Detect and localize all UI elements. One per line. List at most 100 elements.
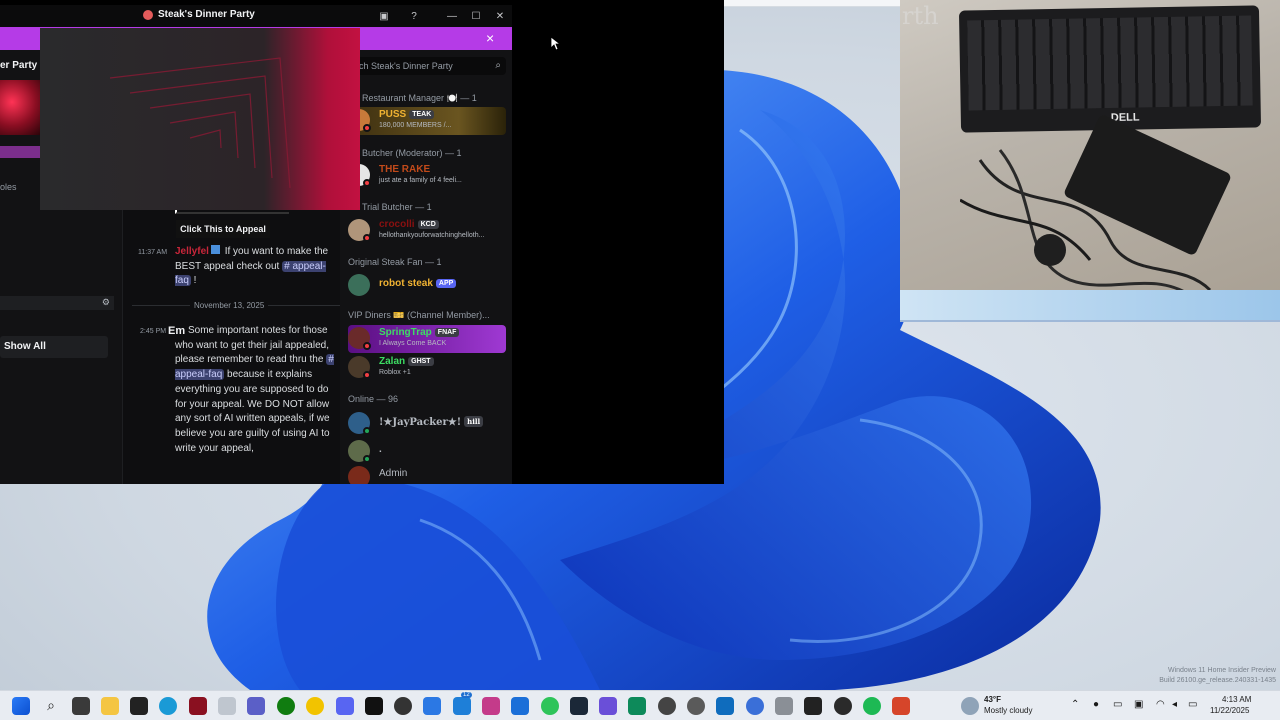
member-item[interactable]: robot steak APP bbox=[348, 272, 506, 300]
outlook-icon[interactable] bbox=[716, 697, 734, 715]
search-icon[interactable]: ⌕ bbox=[42, 697, 60, 715]
battery-icon[interactable]: ▭ bbox=[1188, 699, 1197, 710]
app-icon[interactable] bbox=[306, 697, 324, 715]
chevron-pattern-graphic bbox=[109, 57, 291, 189]
show-all-button[interactable]: Show All bbox=[0, 336, 108, 358]
steam-icon[interactable] bbox=[570, 697, 588, 715]
volume-icon[interactable]: ◂ bbox=[1172, 699, 1177, 710]
member-item[interactable]: Zalan GHST Roblox +1 bbox=[348, 354, 506, 382]
tiktok-icon[interactable] bbox=[365, 697, 383, 715]
avatar bbox=[348, 466, 370, 484]
start-button-icon[interactable] bbox=[12, 697, 30, 715]
role-header: Online — 96 bbox=[348, 394, 399, 404]
member-tag: FNAF bbox=[434, 328, 460, 337]
app-icon[interactable] bbox=[482, 697, 500, 715]
window-title: Steak's Dinner Party bbox=[143, 9, 255, 20]
embedded-media-preview[interactable] bbox=[40, 28, 360, 210]
wifi-icon[interactable]: ◠ bbox=[1156, 699, 1165, 710]
status-dnd-icon bbox=[363, 124, 371, 132]
cables-image bbox=[960, 149, 1212, 297]
member-name: SpringTrap FNAF bbox=[379, 327, 460, 338]
roles-label[interactable]: oles bbox=[0, 182, 17, 192]
member-item[interactable]: Admin bbox=[348, 464, 506, 484]
settings-icon[interactable] bbox=[804, 697, 822, 715]
member-status: Roblox +1 bbox=[379, 369, 411, 376]
notification-badge: 12 bbox=[461, 692, 472, 698]
app-icon[interactable] bbox=[628, 697, 646, 715]
spotify-icon[interactable] bbox=[863, 697, 881, 715]
help-icon[interactable]: ? bbox=[406, 8, 422, 24]
teams-icon[interactable] bbox=[247, 697, 265, 715]
window-titlebar: Steak's Dinner Party ▣ ? — ☐ ✕ bbox=[0, 5, 512, 27]
windows-watermark: Windows 11 Home Insider Preview Build 26… bbox=[1159, 667, 1276, 684]
mouse-cursor-icon bbox=[551, 37, 561, 51]
media-player-icon[interactable] bbox=[394, 697, 412, 715]
app-tag: APP bbox=[435, 279, 457, 288]
microphone-icon[interactable]: ● bbox=[1093, 699, 1099, 710]
close-window-button[interactable]: ✕ bbox=[492, 8, 508, 24]
maximize-button[interactable]: ☐ bbox=[468, 8, 484, 24]
role-header: Butcher (Moderator) — 1 bbox=[362, 148, 462, 158]
xbox-icon[interactable] bbox=[277, 697, 295, 715]
status-dnd-icon bbox=[363, 371, 371, 379]
status-dnd-icon bbox=[363, 179, 371, 187]
weather-icon[interactable] bbox=[961, 697, 979, 715]
close-banner-button[interactable]: × bbox=[486, 30, 494, 46]
server-name[interactable]: er Party bbox=[0, 60, 37, 71]
member-item[interactable]: THE RAKE just ate a family of 4 feeli... bbox=[348, 162, 506, 190]
flag-icon bbox=[210, 245, 220, 254]
clock-date[interactable]: 11/22/2025 bbox=[1210, 706, 1249, 715]
member-item[interactable]: crocolli KCD hellothankyouforwatchinghell… bbox=[348, 217, 506, 245]
add-member-icon[interactable]: ⚙ bbox=[102, 297, 110, 308]
app-icon[interactable]: 12 bbox=[453, 692, 472, 715]
member-status: just ate a family of 4 feeli... bbox=[379, 177, 462, 184]
search-input[interactable]: rch Steak's Dinner Party ⌕ bbox=[350, 57, 506, 75]
app-icon[interactable] bbox=[541, 697, 559, 715]
weather-temp[interactable]: 43°F bbox=[984, 695, 1001, 704]
app-icon[interactable] bbox=[834, 697, 852, 715]
minimize-button[interactable]: — bbox=[444, 8, 460, 24]
app-icon[interactable] bbox=[746, 697, 764, 715]
search-icon: ⌕ bbox=[495, 60, 501, 71]
member-status: I Always Come BACK bbox=[379, 340, 447, 347]
appeal-button[interactable]: Click This to Appeal bbox=[176, 220, 270, 238]
app-icon[interactable] bbox=[599, 697, 617, 715]
desk-text: rth bbox=[902, 2, 939, 30]
keyboard-icon[interactable]: ▭ bbox=[1113, 699, 1122, 710]
keyboard-image: DELL bbox=[958, 5, 1262, 133]
member-status: hellothankyouforwatchinghelloth... bbox=[379, 232, 485, 239]
file-explorer-icon[interactable] bbox=[101, 697, 119, 715]
member-tag: TEAK bbox=[409, 110, 435, 119]
clock-time[interactable]: 4:13 AM bbox=[1222, 695, 1251, 704]
avatar bbox=[348, 274, 370, 296]
member-item[interactable]: SpringTrap FNAF I Always Come BACK bbox=[348, 325, 506, 353]
discord-icon[interactable] bbox=[336, 697, 354, 715]
app-icon[interactable] bbox=[511, 697, 529, 715]
channel-row[interactable]: ⚙ bbox=[0, 296, 114, 310]
role-header: Original Steak Fan — 1 bbox=[348, 257, 442, 267]
weather-desc[interactable]: Mostly cloudy bbox=[984, 706, 1032, 715]
app-icon[interactable] bbox=[658, 697, 676, 715]
task-view-icon[interactable] bbox=[72, 697, 90, 715]
message-content: Some important notes for those who want … bbox=[175, 325, 334, 454]
member-name: THE RAKE bbox=[379, 164, 431, 175]
app-icon[interactable] bbox=[218, 697, 236, 715]
display-icon[interactable]: ▣ bbox=[1134, 699, 1143, 710]
app-icon[interactable] bbox=[189, 697, 207, 715]
status-online-icon bbox=[363, 455, 371, 463]
member-item[interactable]: PUSS TEAK 180,000 MEMBERS /... bbox=[348, 107, 506, 135]
app-icon[interactable] bbox=[892, 697, 910, 715]
app-icon[interactable] bbox=[687, 697, 705, 715]
chevron-up-icon[interactable]: ⌃ bbox=[1071, 699, 1079, 710]
message-content: Jellyfel If you want to make the BEST ap… bbox=[175, 245, 329, 287]
inbox-icon[interactable]: ▣ bbox=[376, 8, 392, 24]
app-icon[interactable] bbox=[130, 697, 148, 715]
member-item[interactable]: !★JayPacker★! hill bbox=[348, 410, 506, 438]
member-name: . bbox=[379, 444, 382, 455]
camera-icon[interactable] bbox=[775, 697, 793, 715]
app-icon[interactable] bbox=[423, 697, 441, 715]
member-item[interactable]: . bbox=[348, 438, 506, 466]
message-author[interactable]: Jellyfel bbox=[175, 246, 209, 257]
member-name: !★JayPacker★! hill bbox=[379, 416, 484, 428]
edge-icon[interactable] bbox=[159, 697, 177, 715]
